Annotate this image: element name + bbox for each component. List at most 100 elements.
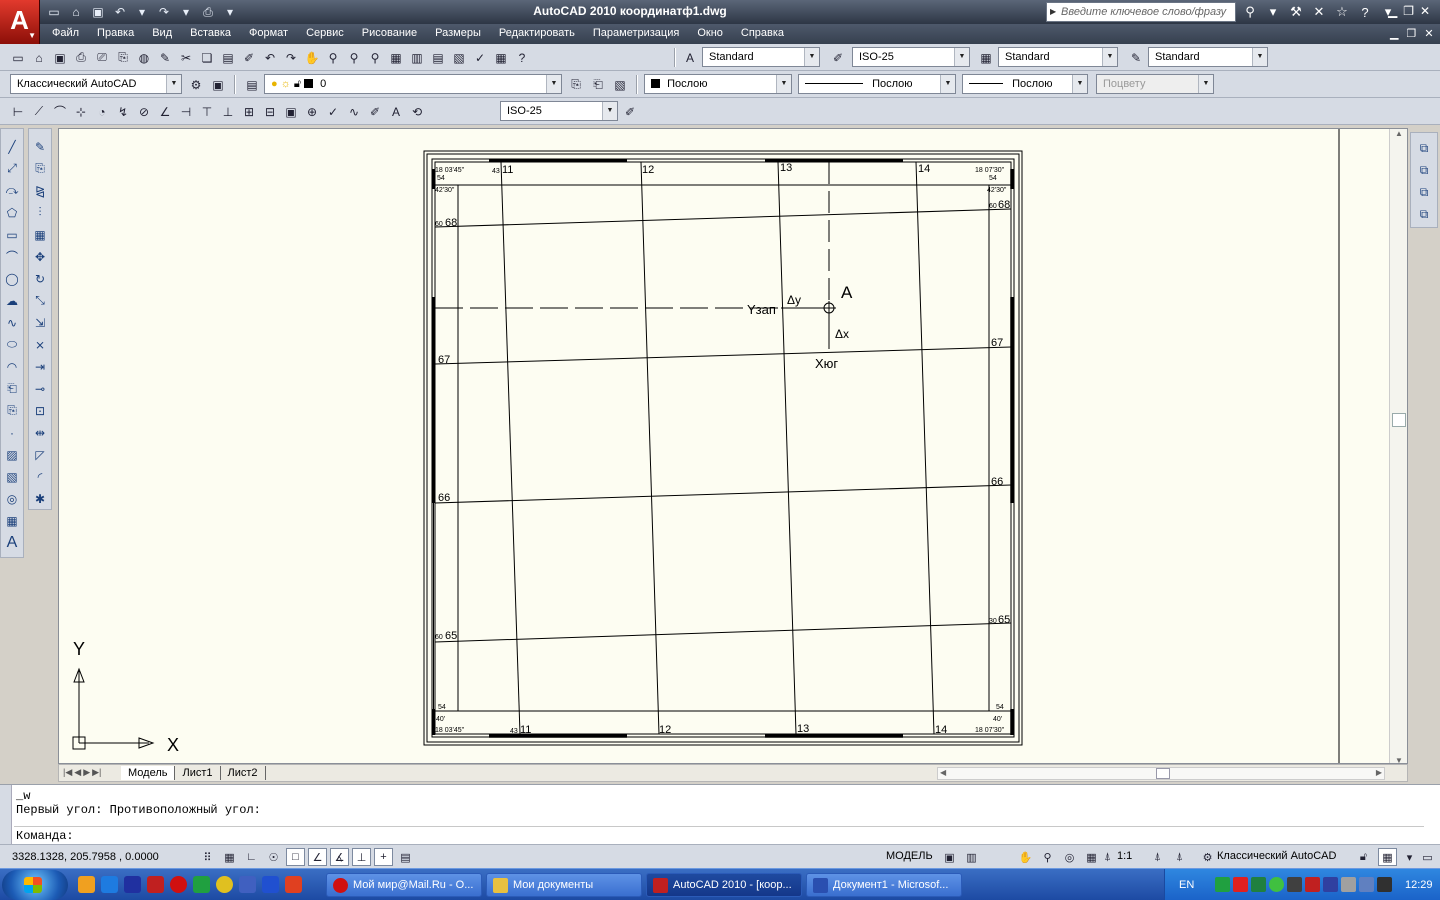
design-center-icon[interactable]: ▥ xyxy=(407,48,427,67)
radius-dim-icon[interactable]: ◔ xyxy=(92,102,112,121)
dim-update-icon[interactable]: ⟲ xyxy=(407,102,427,121)
tray-antivirus-icon[interactable] xyxy=(1233,877,1248,892)
table-icon[interactable]: ▦ xyxy=(2,511,22,530)
tray-volume-icon[interactable] xyxy=(1341,877,1356,892)
vertical-scroll-thumb[interactable] xyxy=(1392,413,1406,427)
3d-dwf-icon[interactable]: ◍ xyxy=(134,48,154,67)
menu-dimension[interactable]: Размеры xyxy=(435,27,493,39)
scroll-right-icon[interactable]: ▶ xyxy=(1376,768,1382,777)
line-icon[interactable]: ╱ xyxy=(2,137,22,156)
current-workspace[interactable]: Классический AutoCAD xyxy=(1217,850,1336,862)
publish-icon[interactable]: ⎘ xyxy=(113,48,133,67)
doc-restore-icon[interactable]: ❐ xyxy=(1406,27,1416,40)
linetype-control-select[interactable]: Послою ▼ xyxy=(798,74,956,94)
scroll-down-icon[interactable]: ▼ xyxy=(1395,756,1403,763)
dim-break-icon[interactable]: ⊟ xyxy=(260,102,280,121)
object-snap-icon[interactable]: □ xyxy=(286,848,305,866)
infocenter-search-input[interactable]: ▶ Введите ключевое слово/фразу xyxy=(1046,2,1236,22)
annotation-scale-value[interactable]: 1:1 xyxy=(1117,850,1132,862)
layer-select[interactable]: ● ☼ 🔓︎ 0 ▼ xyxy=(264,74,562,94)
task-autocad[interactable]: AutoCAD 2010 - [коор... xyxy=(646,873,802,897)
text-style-select[interactable]: Standard ▼ xyxy=(702,47,820,67)
help-icon[interactable]: ? xyxy=(512,48,532,67)
zoom-previous-icon[interactable]: ⚲ xyxy=(365,48,385,67)
tab-model[interactable]: Модель xyxy=(121,766,176,780)
arc-length-icon[interactable]: ⌒ xyxy=(50,102,70,121)
undo-icon[interactable]: ↶ xyxy=(260,48,280,67)
dynamic-ucs-icon[interactable]: ⊥ xyxy=(352,848,371,866)
lineweight-icon[interactable]: ▤ xyxy=(396,848,415,866)
workspace-select[interactable]: Классический AutoCAD ▼ xyxy=(10,74,182,94)
menu-window[interactable]: Окно xyxy=(697,27,735,39)
plot-icon[interactable]: ⎙ xyxy=(198,3,218,21)
fillet-icon[interactable]: ◜ xyxy=(30,467,50,486)
tray-security-icon[interactable] xyxy=(1287,877,1302,892)
tray-icq-icon[interactable] xyxy=(1269,877,1284,892)
scale-icon[interactable]: ⤡ xyxy=(30,291,50,310)
table-style-icon[interactable]: ▦ xyxy=(976,48,996,67)
tool-palettes-icon[interactable]: ▤ xyxy=(428,48,448,67)
stretch-icon[interactable]: ⇲ xyxy=(30,313,50,332)
zoom-icon[interactable]: ⚲ xyxy=(1038,848,1057,866)
menu-modify[interactable]: Редактировать xyxy=(499,27,587,39)
save-icon[interactable]: ▣ xyxy=(88,3,108,21)
prev-tab-icon[interactable]: ◀ xyxy=(74,767,81,778)
markup-icon[interactable]: ✓ xyxy=(470,48,490,67)
cut-icon[interactable]: ✂ xyxy=(176,48,196,67)
favorites-star-icon[interactable]: ☆ xyxy=(1332,3,1352,21)
menu-view[interactable]: Вид xyxy=(152,27,184,39)
model-space-toggle[interactable]: МОДЕЛЬ xyxy=(886,850,933,862)
circle-icon[interactable]: ◯ xyxy=(2,269,22,288)
tab-layout2[interactable]: Лист2 xyxy=(221,766,266,780)
erase-icon[interactable]: ✎ xyxy=(30,137,50,156)
gradient-icon[interactable]: ▧ xyxy=(2,467,22,486)
jogged-linear-icon[interactable]: ∿ xyxy=(344,102,364,121)
drawing-area[interactable]: 43 11 12 13 14 43 11 12 13 14 60 68 67 6… xyxy=(58,128,1408,764)
dim-space-icon[interactable]: ⊞ xyxy=(239,102,259,121)
baseline-dim-icon[interactable]: ⊤ xyxy=(197,102,217,121)
table-style-select[interactable]: Standard ▼ xyxy=(998,47,1118,67)
undo-icon[interactable]: ↶ xyxy=(110,3,130,21)
ordinate-dim-icon[interactable]: ⊹ xyxy=(71,102,91,121)
mleader-style-select[interactable]: Standard ▼ xyxy=(1148,47,1268,67)
bring-to-front-icon[interactable]: ⧉ xyxy=(1414,139,1434,158)
ellipse-arc-icon[interactable]: ◠ xyxy=(2,357,22,376)
chevron-down-icon[interactable]: ▼ xyxy=(546,75,561,93)
revision-cloud-icon[interactable]: ☁ xyxy=(2,291,22,310)
firefox-icon[interactable] xyxy=(285,876,302,893)
mleader-style-icon[interactable]: ✎ xyxy=(1126,48,1146,67)
sheet-set-icon[interactable]: ▧ xyxy=(449,48,469,67)
chevron-down-icon[interactable]: ▼ xyxy=(954,48,969,66)
grid-display-icon[interactable]: ▦ xyxy=(220,848,239,866)
minimize-icon[interactable]: ▁ xyxy=(1388,4,1397,18)
chevron-down-icon[interactable]: ▼ xyxy=(166,75,181,93)
trim-icon[interactable]: ⨯ xyxy=(30,335,50,354)
close-icon[interactable]: ✕ xyxy=(1420,4,1430,18)
polygon-icon[interactable]: ⬠ xyxy=(2,203,22,222)
dim-style-icon[interactable]: ✐ xyxy=(828,48,848,67)
quick-view-drawings-icon[interactable]: ▥ xyxy=(962,848,981,866)
chevron-down-icon[interactable]: ▼ xyxy=(940,75,955,93)
chevron-down-icon[interactable]: ▼ xyxy=(804,48,819,66)
hatch-icon[interactable]: ▨ xyxy=(2,445,22,464)
tray-app-icon[interactable] xyxy=(1215,877,1230,892)
dynamic-input-icon[interactable]: + xyxy=(374,848,393,866)
ellipse-icon[interactable]: ⬭ xyxy=(2,335,22,354)
opera-icon[interactable] xyxy=(170,876,187,893)
snap-mode-icon[interactable]: ⠿ xyxy=(198,848,217,866)
autocad-icon[interactable] xyxy=(147,876,164,893)
break-icon[interactable]: ⊡ xyxy=(30,401,50,420)
horizontal-scrollbar[interactable]: ◀ ▶ xyxy=(937,767,1385,780)
explode-icon[interactable]: ✱ xyxy=(30,489,50,508)
send-to-back-icon[interactable]: ⧉ xyxy=(1414,161,1434,180)
redo-dropdown-icon[interactable]: ▾ xyxy=(176,3,196,21)
task-word-document[interactable]: Документ1 - Microsof... xyxy=(806,873,962,897)
binoculars-icon[interactable]: ⚲ xyxy=(1240,3,1260,21)
dim-text-edit-icon[interactable]: A xyxy=(386,102,406,121)
menu-tools[interactable]: Сервис xyxy=(306,27,356,39)
status-menu-icon[interactable]: ▾ xyxy=(1400,848,1419,866)
tray-connection-icon[interactable] xyxy=(1251,877,1266,892)
spline-icon[interactable]: ∿ xyxy=(2,313,22,332)
tray-alert-icon[interactable] xyxy=(1305,877,1320,892)
diameter-dim-icon[interactable]: ⊘ xyxy=(134,102,154,121)
